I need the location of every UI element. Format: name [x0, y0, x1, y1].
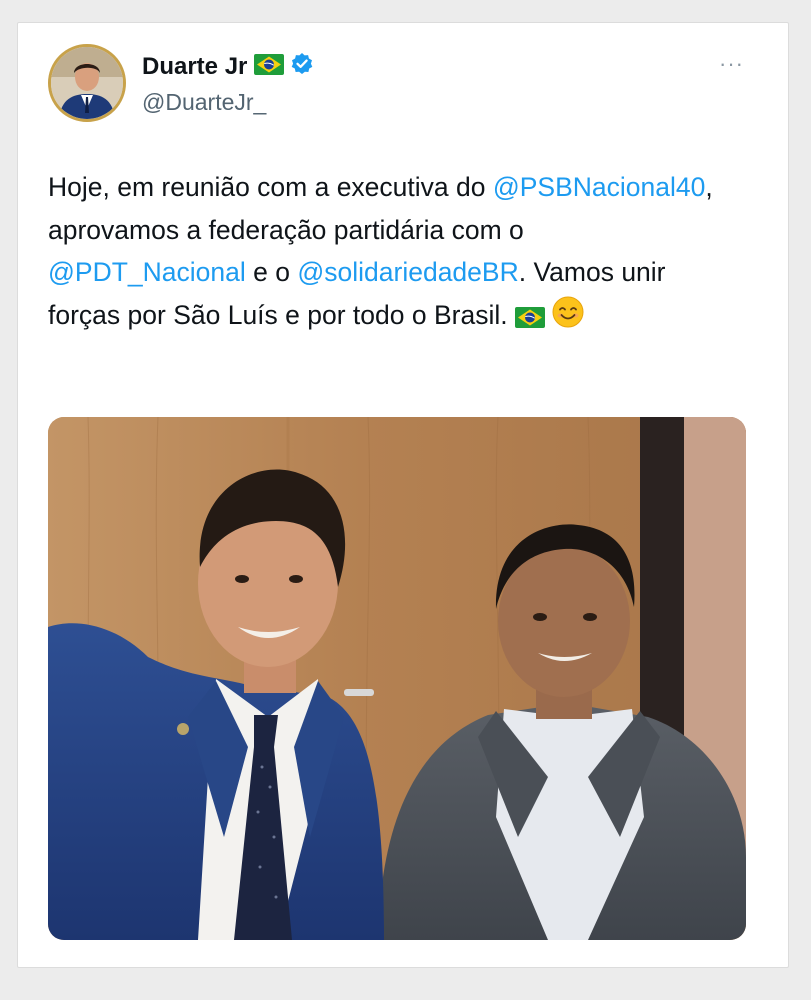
tweet-photo[interactable]: [48, 417, 746, 940]
author-handle[interactable]: @DuarteJr_: [142, 89, 266, 116]
selfie-image: [48, 417, 746, 940]
author-name[interactable]: Duarte Jr: [142, 53, 247, 81]
brazil-flag-icon: [514, 298, 545, 341]
verified-badge-icon: [290, 52, 314, 81]
brazil-flag-icon: [254, 53, 285, 80]
author-avatar[interactable]: [48, 44, 126, 122]
avatar-image: [51, 47, 123, 119]
tweet-card[interactable]: Duarte Jr @DuarteJr_ ··· Hoje, em reuniã…: [17, 22, 789, 968]
tweet-text-segment: e o: [253, 257, 290, 287]
mention-link[interactable]: @PDT_Nacional: [48, 257, 246, 287]
tweet-text-segment: Hoje, em reunião com a executiva do: [48, 172, 486, 202]
author-name-row: Duarte Jr: [142, 52, 314, 81]
mention-link[interactable]: @solidariedadeBR: [297, 257, 518, 287]
smiling-face-emoji: [552, 296, 584, 341]
mention-link[interactable]: @PSBNacional40: [493, 172, 706, 202]
more-options-icon[interactable]: ···: [719, 53, 744, 75]
tweet-text: Hoje, em reunião com a executiva do @PSB…: [48, 166, 728, 340]
